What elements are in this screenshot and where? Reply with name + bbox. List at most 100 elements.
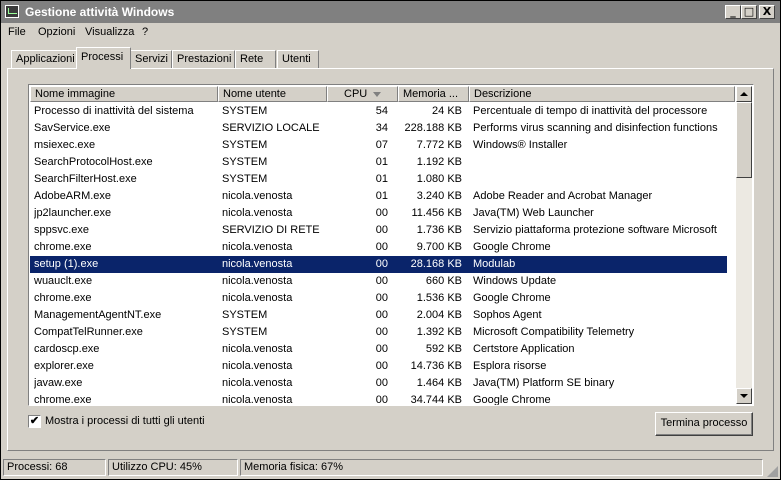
cell-description: Windows® Installer <box>473 139 568 151</box>
menu-opzioni[interactable]: Opzioni <box>38 26 75 38</box>
cell-cpu: 34 <box>375 122 388 134</box>
cell-cpu: 00 <box>375 326 388 338</box>
resize-grip[interactable] <box>766 465 778 477</box>
menu-visualizza[interactable]: Visualizza <box>85 26 134 38</box>
cell-cpu: 00 <box>375 377 388 389</box>
cell-description: Sophos Agent <box>473 309 542 321</box>
cell-description: Servizio piattaforma protezione software… <box>473 224 717 236</box>
table-row[interactable]: chrome.exe nicola.venosta 00 9.700 KB Google… <box>30 239 727 256</box>
status-bar: Processi: 68 Utilizzo CPU: 45% Memoria f… <box>1 457 780 479</box>
column-user-name[interactable]: Nome utente <box>218 86 327 102</box>
cell-cpu: 00 <box>375 258 388 270</box>
cell-user-name: nicola.venosta <box>222 241 293 253</box>
cell-description: Java(TM) Platform SE binary <box>473 377 615 389</box>
table-row[interactable]: SearchProtocolHost.exe SYSTEM 01 1.192 KB <box>30 154 727 171</box>
cell-description: Modulab <box>473 258 516 270</box>
table-row[interactable]: javaw.exe nicola.venosta 00 1.464 KB Java(TM… <box>30 375 727 392</box>
cell-image-name: jp2launcher.exe <box>34 207 112 219</box>
table-row[interactable]: SavService.exe SERVIZIO LOCALE 34 228.188 K… <box>30 120 727 137</box>
cell-user-name: nicola.venosta <box>222 292 293 304</box>
column-memory[interactable]: Memoria ... <box>398 86 469 102</box>
cell-image-name: SearchProtocolHost.exe <box>34 156 153 168</box>
cell-image-name: SearchFilterHost.exe <box>34 173 137 185</box>
table-row[interactable]: SearchFilterHost.exe SYSTEM 01 1.080 KB <box>30 171 727 188</box>
cell-cpu: 54 <box>375 105 388 117</box>
menu-bar: File Opzioni Visualizza ? <box>1 23 780 41</box>
cell-image-name: sppsvc.exe <box>34 224 90 236</box>
table-row[interactable]: cardoscp.exe nicola.venosta 00 592 KB Certst… <box>30 341 727 358</box>
table-row[interactable]: chrome.exe nicola.venosta 00 34.744 KB Googl… <box>30 392 727 406</box>
table-row[interactable]: CompatTelRunner.exe SYSTEM 00 1.392 KB Micro… <box>30 324 727 341</box>
table-row[interactable]: wuauclt.exe nicola.venosta 00 660 KB Windows… <box>30 273 727 290</box>
cell-description: Adobe Reader and Acrobat Manager <box>473 190 653 202</box>
task-manager-icon <box>5 5 19 18</box>
process-list[interactable]: Nome immagine Nome utente CPU Memoria ..… <box>28 84 754 406</box>
cell-memory: 3.240 KB <box>416 190 462 202</box>
table-row[interactable]: ManagementAgentNT.exe SYSTEM 00 2.004 KB Sop… <box>30 307 727 324</box>
cell-user-name: SYSTEM <box>222 309 268 321</box>
tab-strip: Applicazioni Processi Servizi Prestazion… <box>1 47 780 69</box>
cell-description: Google Chrome <box>473 241 551 253</box>
scroll-down-button[interactable] <box>736 388 752 404</box>
cell-user-name: SYSTEM <box>222 105 268 117</box>
cell-memory: 660 KB <box>425 275 462 287</box>
cell-cpu: 00 <box>375 360 388 372</box>
vertical-scrollbar[interactable] <box>736 86 752 404</box>
cell-image-name: chrome.exe <box>34 241 92 253</box>
cell-memory: 2.004 KB <box>416 309 462 321</box>
table-row[interactable]: msiexec.exe SYSTEM 07 7.772 KB Windows® Inst… <box>30 137 727 154</box>
status-cpu-usage: Utilizzo CPU: 45% <box>108 459 238 476</box>
column-image-name[interactable]: Nome immagine <box>30 86 218 102</box>
table-row[interactable]: jp2launcher.exe nicola.venosta 00 11.456 KB… <box>30 205 727 222</box>
status-physical-memory: Memoria fisica: 67% <box>240 459 763 476</box>
task-manager-window: Gestione attività Windows _ □ X File Opz… <box>0 0 781 480</box>
tab-prestazioni[interactable]: Prestazioni <box>172 50 235 68</box>
tab-rete[interactable]: Rete <box>235 50 276 68</box>
cell-memory: 14.736 KB <box>410 360 462 372</box>
table-row[interactable]: chrome.exe nicola.venosta 00 1.536 KB Google… <box>30 290 727 307</box>
cell-image-name: javaw.exe <box>34 377 83 389</box>
table-row[interactable]: explorer.exe nicola.venosta 00 14.736 KB Esp… <box>30 358 727 375</box>
cell-memory: 1.464 KB <box>416 377 462 389</box>
table-row[interactable]: sppsvc.exe SERVIZIO DI RETE 00 1.736 KB Serv… <box>30 222 727 239</box>
cell-description: Microsoft Compatibility Telemetry <box>473 326 635 338</box>
cell-description: Esplora risorse <box>473 360 547 372</box>
cell-description: Performs virus scanning and disinfection… <box>473 122 718 134</box>
column-description[interactable]: Descrizione <box>469 86 735 102</box>
cell-image-name: setup (1).exe <box>34 258 99 270</box>
close-button[interactable]: X <box>759 5 775 19</box>
table-row[interactable]: Processo di inattività del sistema SYSTEM… <box>30 103 727 120</box>
show-all-processes-label[interactable]: Mostra i processi di tutti gli utenti <box>45 415 205 427</box>
tab-servizi[interactable]: Servizi <box>130 50 172 68</box>
arrow-up-icon <box>740 92 748 96</box>
show-all-processes-checkbox[interactable]: ✔ <box>28 415 41 428</box>
table-row[interactable]: AdobeARM.exe nicola.venosta 01 3.240 KB Adob… <box>30 188 727 205</box>
column-cpu[interactable]: CPU <box>327 86 398 102</box>
restore-button[interactable]: □ <box>741 5 757 19</box>
cell-memory: 1.736 KB <box>416 224 462 236</box>
tab-processi[interactable]: Processi <box>76 47 131 69</box>
cell-description: Google Chrome <box>473 394 551 406</box>
end-process-button[interactable]: Termina processo <box>655 412 753 436</box>
scroll-thumb[interactable] <box>736 102 752 178</box>
table-row-selected[interactable]: setup (1).exe nicola.venosta 00 28.168 KB Mo… <box>30 256 727 273</box>
tab-applicazioni[interactable]: Applicazioni <box>11 50 77 68</box>
cell-image-name: CompatTelRunner.exe <box>34 326 143 338</box>
title-bar[interactable]: Gestione attività Windows _ □ X <box>1 1 780 23</box>
cell-user-name: nicola.venosta <box>222 258 293 270</box>
cell-user-name: nicola.venosta <box>222 275 293 287</box>
cell-user-name: SYSTEM <box>222 173 268 185</box>
cell-cpu: 01 <box>375 190 388 202</box>
arrow-down-icon <box>740 394 748 398</box>
tab-utenti[interactable]: Utenti <box>277 50 319 68</box>
cell-cpu: 00 <box>375 275 388 287</box>
menu-help[interactable]: ? <box>142 26 148 38</box>
cell-description: Windows Update <box>473 275 557 287</box>
status-processes: Processi: 68 <box>3 459 106 476</box>
cell-cpu: 00 <box>375 309 388 321</box>
menu-file[interactable]: File <box>8 26 26 38</box>
cell-image-name: msiexec.exe <box>34 139 96 151</box>
cell-memory: 1.392 KB <box>416 326 462 338</box>
minimize-button[interactable]: _ <box>725 5 741 19</box>
scroll-up-button[interactable] <box>736 86 752 102</box>
